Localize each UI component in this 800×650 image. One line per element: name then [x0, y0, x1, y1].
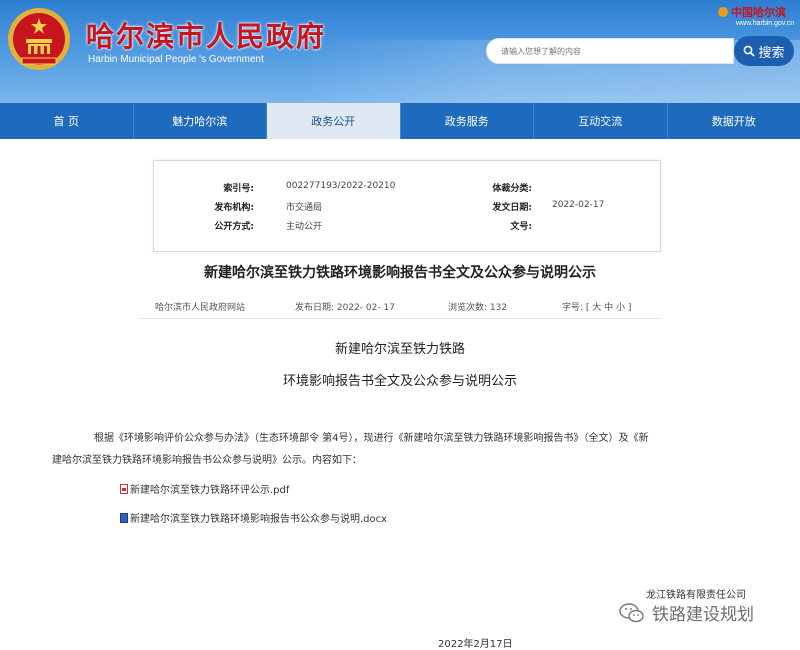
nav-item-home[interactable]: 首 页	[0, 103, 134, 139]
signing-date: 2022年2月17日	[438, 639, 513, 650]
search-box	[486, 38, 734, 64]
search-button-label: 搜索	[758, 45, 785, 61]
attachment-docx-label: 新建哈尔滨至铁力铁路环境影响报告书公众参与说明.docx	[130, 514, 388, 525]
org-value: 市交通局	[286, 203, 323, 213]
signing-company: 龙江铁路有限责任公司	[646, 590, 746, 601]
search-input[interactable]	[487, 39, 733, 64]
article-body: 根据《环境影响评价公众参与办法》（生态环境部令 第4号），现进行《新建哈尔滨至铁…	[52, 428, 772, 472]
method-value: 主动公开	[286, 222, 323, 232]
wechat-icon	[619, 602, 644, 622]
national-emblem-icon	[8, 8, 70, 70]
nav-item-government-affairs[interactable]: 政务公开	[267, 103, 401, 139]
date-label: 发文日期:	[492, 203, 532, 213]
nav-item-open-data[interactable]: 数据开放	[668, 103, 800, 139]
publish-date: 发布日期: 2022- 02- 17	[295, 303, 395, 313]
site-header: 哈尔滨市人民政府 Harbin Municipal People 's Gove…	[0, 0, 800, 103]
docx-file-icon	[120, 512, 128, 523]
org-label: 发布机构:	[214, 203, 254, 213]
watermark-text: 铁路建设规划	[652, 605, 754, 625]
nav-item-services[interactable]: 政务服务	[401, 103, 534, 139]
index-label: 索引号:	[223, 184, 254, 194]
site-title[interactable]: 哈尔滨市人民政府	[86, 15, 326, 55]
index-value: 002277193/2022-20210	[286, 181, 396, 191]
attachment-pdf[interactable]: 新建哈尔滨至铁力铁路环评公示.pdf	[120, 481, 289, 496]
brand-dot-icon	[718, 7, 728, 17]
body-line-1: 根据《环境影响评价公众参与办法》（生态环境部令 第4号），现进行《新建哈尔滨至铁…	[94, 433, 649, 444]
wechat-watermark: 铁路建设规划	[618, 600, 754, 625]
attachment-docx[interactable]: 新建哈尔滨至铁力铁路环境影响报告书公众参与说明.docx	[120, 510, 387, 525]
nav-item-interaction[interactable]: 互动交流	[534, 103, 668, 139]
doc-title-line1: 新建哈尔滨至铁力铁路	[334, 342, 465, 357]
doc-title-line2: 环境影响报告书全文及公众参与说明公示	[282, 374, 517, 389]
view-count: 浏览次数: 132	[448, 303, 508, 313]
font-size-switch[interactable]: 字号: [ 大 中 小 ]	[562, 300, 631, 313]
method-label: 公开方式:	[214, 222, 254, 232]
brand-url: www.harbin.gov.cn	[736, 20, 795, 27]
search-icon	[744, 45, 756, 57]
document-info-table: 索引号: 002277193/2022-20210 体裁分类: 发布机构: 市交…	[153, 160, 661, 252]
site-subtitle: Harbin Municipal People 's Government	[88, 54, 264, 65]
harbin-brand-logo[interactable]: 中国哈尔滨	[718, 4, 786, 20]
date-value: 2022-02-17	[552, 200, 605, 210]
body-line-2: 建哈尔滨至铁力铁路环境影响报告书公众参与说明》公示。内容如下：	[52, 455, 362, 466]
article-source: 哈尔滨市人民政府网站	[155, 303, 246, 313]
brand-logo-text: 中国哈尔滨	[731, 6, 786, 19]
nav-item-charm-harbin[interactable]: 魅力哈尔滨	[134, 103, 267, 139]
main-nav: 首 页 魅力哈尔滨 政务公开 政务服务 互动交流 数据开放	[0, 103, 800, 139]
search-button[interactable]: 搜索	[734, 36, 794, 66]
article-title: 新建哈尔滨至铁力铁路环境影响报告书全文及公众参与说明公示	[204, 265, 596, 281]
docno-label: 文号:	[510, 222, 532, 232]
meta-divider	[140, 318, 660, 319]
genre-label: 体裁分类:	[492, 184, 532, 194]
pdf-file-icon	[120, 483, 128, 494]
attachment-pdf-label: 新建哈尔滨至铁力铁路环评公示.pdf	[130, 485, 290, 496]
